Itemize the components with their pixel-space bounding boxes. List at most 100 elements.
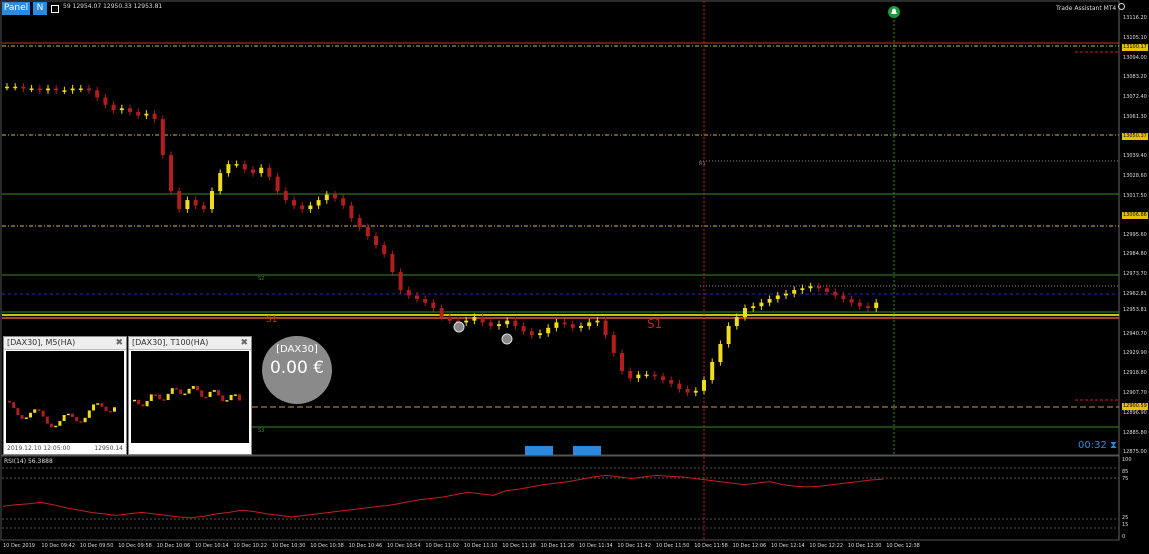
mini-candle: [66, 413, 70, 416]
mini-chart-t100[interactable]: [DAX30], T100(HA) ✖: [128, 336, 252, 455]
candle-body: [669, 380, 674, 384]
candle-body: [866, 306, 870, 309]
candle-body: [554, 322, 559, 328]
n-button[interactable]: N: [33, 2, 47, 15]
candle-body: [702, 380, 706, 391]
candle-body: [251, 169, 255, 174]
mini-chart-footer: 2019.12.10 12:05:00 12950.14: [7, 443, 123, 454]
candle-body: [726, 326, 731, 345]
mini-candle: [83, 417, 87, 423]
mini-chart-header: [DAX30], T100(HA) ✖: [129, 337, 251, 350]
mini-candle: [141, 404, 145, 407]
pivot-label-s2: S2: [258, 276, 264, 282]
candle-body: [259, 167, 264, 174]
candle-body: [792, 290, 797, 294]
time-axis-label: 10 Dec 09:58: [118, 543, 152, 549]
mini-candle: [71, 413, 74, 418]
candle-body: [734, 317, 739, 327]
price-axis-label: 13039.40: [1123, 153, 1147, 160]
candle-body: [13, 86, 18, 89]
mini-candle: [54, 425, 58, 428]
time-axis-label: 10 Dec 12:22: [809, 543, 844, 549]
time-axis-label: 10 Dec 09:50: [79, 543, 114, 549]
price-axis-label: 13105.10: [1123, 34, 1147, 41]
price-axis-label: 13072.40: [1123, 93, 1147, 100]
time-axis-label: 10 Dec 11:02: [425, 543, 460, 549]
candle-body: [177, 191, 182, 210]
mini-candle: [212, 390, 216, 392]
time-axis-label: 10 Dec 09:42: [41, 543, 76, 549]
candle-body: [46, 88, 50, 91]
candle-body: [87, 88, 91, 91]
price-axis-label: 12940.70: [1123, 330, 1147, 337]
candle-body: [341, 198, 346, 206]
candle-body: [849, 299, 854, 303]
mini-candle: [166, 393, 170, 401]
mini-candle: [75, 417, 79, 422]
candle-body: [833, 291, 838, 296]
price-axis-label: 12984.80: [1123, 251, 1147, 258]
candle-body: [292, 200, 296, 206]
candle-body: [636, 374, 641, 379]
candle-body: [628, 371, 633, 379]
time-axis-label: 10 Dec 10:14: [195, 543, 229, 549]
mini-candle: [104, 406, 108, 411]
mini-chart-header: [DAX30], M5(HA) ✖: [4, 337, 126, 350]
mini-candle: [229, 394, 233, 401]
smiley-icon: [1118, 3, 1126, 10]
candle-body: [480, 317, 485, 323]
candle-body: [119, 108, 124, 111]
candle-body: [382, 245, 387, 255]
price-axis-label: 13100.17: [1122, 43, 1148, 51]
mini-candle: [87, 410, 91, 418]
candle-body: [431, 302, 436, 309]
mini-candle: [238, 394, 241, 401]
mini-candle: [175, 388, 178, 390]
candle-body: [300, 205, 305, 210]
candle-body: [488, 322, 493, 327]
mini-candle: [108, 410, 112, 413]
mini-candle: [145, 400, 149, 407]
candle-body: [521, 326, 526, 332]
candle-body: [579, 326, 583, 328]
price-axis-label: 12875.00: [1123, 449, 1147, 455]
candle-body: [685, 389, 690, 393]
mini-chart-plot: [6, 351, 124, 443]
candle-body: [152, 113, 157, 120]
candle-body: [784, 293, 788, 296]
time-axis-label: 10 Dec 10:54: [387, 543, 421, 549]
mini-candle: [50, 423, 53, 428]
price-axis-label: 13017.50: [1123, 192, 1147, 199]
blue-block-2: [573, 446, 601, 455]
price-axis-label: 12953.81: [1123, 307, 1147, 314]
time-axis-label: 10 Dec 11:50: [655, 543, 690, 549]
mini-candle: [158, 394, 162, 400]
mini-candle: [225, 400, 229, 402]
mini-candle: [12, 402, 16, 409]
trade-marker-2[interactable]: [501, 333, 513, 345]
mini-candle: [79, 421, 83, 423]
mini-candle: [29, 412, 32, 418]
panel-button[interactable]: Panel: [2, 2, 30, 15]
mini-candle: [62, 415, 66, 422]
close-icon[interactable]: ✖: [240, 337, 248, 349]
mini-candle: [37, 409, 41, 411]
close-icon[interactable]: ✖: [115, 337, 123, 349]
square-icon[interactable]: [50, 2, 60, 15]
mini-candle: [149, 394, 153, 401]
price-axis-label: 12907.70: [1123, 390, 1147, 397]
time-axis-label: 10 Dec 10:38: [310, 543, 344, 549]
candle-body: [324, 194, 329, 201]
candle-body: [472, 317, 477, 321]
candle-body: [808, 286, 813, 289]
candle-body: [406, 290, 411, 296]
mini-candle: [100, 403, 104, 407]
mini-chart-m5[interactable]: [DAX30], M5(HA) ✖ 2019.12.10 12:05:00 129…: [3, 336, 127, 455]
time-axis-label: 10 Dec 11:10: [463, 543, 498, 549]
mini-candle: [8, 401, 11, 403]
mini-candle: [113, 407, 116, 412]
price-axis-label: 13061.30: [1123, 113, 1147, 120]
candle-body: [570, 324, 575, 328]
price-chart[interactable]: S1 S1 S2 S3 R1: [0, 0, 1149, 554]
trade-marker-1[interactable]: [453, 321, 465, 333]
